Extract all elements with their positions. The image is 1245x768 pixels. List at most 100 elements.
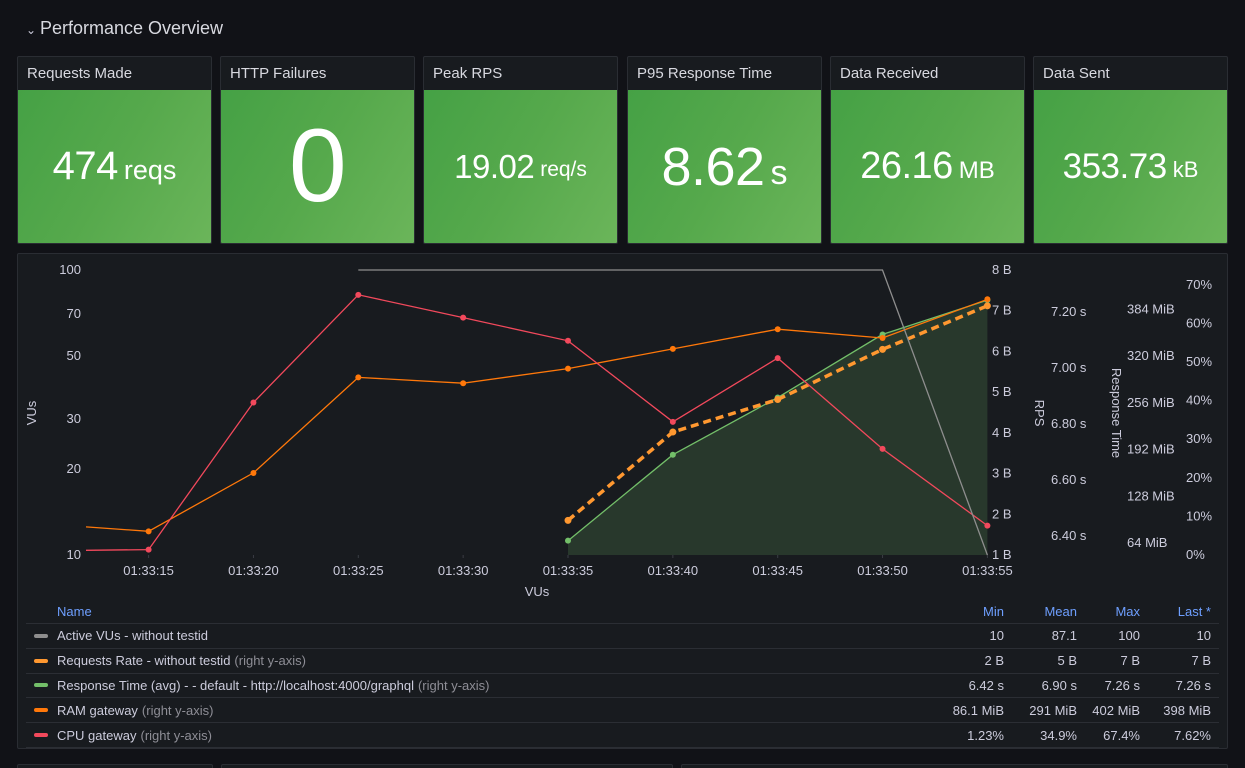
series-axis-hint: (right y-axis) [140, 727, 212, 743]
y-tick-vus: 70 [67, 306, 81, 321]
stat-last: 10 [1196, 628, 1211, 644]
legend-row[interactable]: Active VUs - without testid 10 87.1 100 10 [26, 624, 1219, 649]
data-point-cpu[interactable] [355, 291, 362, 298]
stat-min: 10 [989, 628, 1004, 644]
data-point-cpu[interactable] [460, 314, 467, 321]
data-point-ram[interactable] [774, 326, 781, 333]
series-axis-hint: (right y-axis) [417, 677, 490, 693]
y-tick-ram: 256 MiB [1127, 395, 1175, 410]
series-axis-hint: (right y-axis) [234, 653, 306, 669]
y-tick-vus: 20 [67, 461, 81, 476]
y-axis-label-response-time: Response Time [1109, 368, 1124, 458]
y-tick-cpu: 0% [1186, 547, 1205, 562]
series-color-swatch[interactable] [34, 683, 48, 688]
stat-last: 398 MiB [1163, 702, 1211, 718]
legend-series-name[interactable]: Requests Rate - without testid (right y-a… [26, 653, 914, 668]
y-tick-cpu: 60% [1186, 315, 1212, 330]
stat-last: 7.62% [1174, 727, 1211, 743]
y-tick-response-time: 6.40 s [1051, 528, 1087, 543]
data-point-cpu[interactable] [879, 445, 886, 452]
stat-last: 7.26 s [1175, 677, 1211, 693]
series-color-swatch[interactable] [34, 658, 48, 663]
y-tick-cpu: 50% [1186, 354, 1212, 369]
legend-table: Name Min Mean Max Last * Active VUs - wi… [26, 600, 1219, 748]
data-point-cpu[interactable] [669, 418, 676, 425]
legend-header-max[interactable]: Max [1077, 604, 1140, 619]
y-tick-rps: 7 B [992, 303, 1012, 318]
y-tick-ram: 384 MiB [1127, 302, 1175, 317]
next-panel-edge [681, 764, 1228, 768]
legend-row[interactable]: Requests Rate - without testid (right y-a… [26, 649, 1219, 674]
legend-header-last[interactable]: Last * [1140, 604, 1219, 619]
legend-series-name[interactable]: Active VUs - without testid [26, 628, 914, 643]
legend-row[interactable]: RAM gateway (right y-axis) 86.1 MiB 291 MiB… [26, 698, 1219, 724]
series-color-swatch[interactable] [34, 708, 48, 713]
legend-series-name[interactable]: Response Time (avg) - - default - http:/… [26, 678, 914, 693]
stat-mean: 5 B [1057, 653, 1077, 669]
legend-row[interactable]: Response Time (avg) - - default - http:/… [26, 674, 1219, 699]
y-tick-cpu: 10% [1186, 508, 1212, 523]
x-tick-label: 01:33:35 [543, 563, 594, 578]
stat-max: 7 B [1120, 653, 1140, 669]
data-point-ram[interactable] [879, 334, 886, 341]
legend-header-mean[interactable]: Mean [1004, 604, 1077, 619]
series-name: CPU gateway [57, 727, 137, 743]
y-tick-ram: 64 MiB [1127, 535, 1167, 550]
data-point-rps[interactable] [669, 428, 677, 436]
x-tick-label: 01:33:55 [962, 563, 1013, 578]
data-point-ram[interactable] [565, 365, 571, 372]
y-tick-cpu: 20% [1186, 470, 1212, 485]
data-point-ram[interactable] [984, 296, 991, 303]
x-tick-label: 01:33:20 [228, 563, 279, 578]
y-tick-rps: 3 B [992, 466, 1012, 481]
x-tick-label: 01:33:30 [438, 563, 489, 578]
y-tick-response-time: 6.80 s [1051, 416, 1087, 431]
data-point-ram[interactable] [250, 469, 257, 476]
legend-header-row: Name Min Mean Max Last * [26, 600, 1219, 624]
y-tick-vus: 10 [67, 547, 81, 562]
y-tick-response-time: 7.20 s [1051, 304, 1087, 319]
data-point-rps[interactable] [879, 345, 887, 353]
data-point-cpu[interactable] [984, 522, 991, 529]
legend-series-name[interactable]: RAM gateway (right y-axis) [26, 703, 914, 718]
data-point-rps[interactable] [983, 302, 991, 310]
x-tick-label: 01:33:45 [752, 563, 803, 578]
stat-min: 1.23% [967, 727, 1004, 743]
data-point-rps[interactable] [774, 395, 782, 403]
data-point-cpu[interactable] [774, 355, 781, 362]
data-point-resp[interactable] [669, 451, 676, 458]
data-point-ram[interactable] [355, 374, 362, 381]
stat-max: 402 MiB [1092, 702, 1140, 718]
data-point-ram[interactable] [145, 528, 152, 535]
y-tick-response-time: 7.00 s [1051, 360, 1087, 375]
next-panel-edge [221, 764, 673, 768]
series-color-swatch[interactable] [34, 633, 48, 638]
legend-header-name[interactable]: Name [26, 604, 914, 619]
y-tick-ram: 128 MiB [1127, 488, 1175, 503]
series-area-response-time [568, 300, 988, 555]
y-tick-rps: 1 B [992, 547, 1012, 562]
x-axis-label: VUs [525, 584, 550, 599]
series-name: Response Time (avg) - - default - http:/… [57, 677, 414, 693]
legend-row[interactable]: CPU gateway (right y-axis) 1.23% 34.9% 67.4%… [26, 723, 1219, 748]
series-name: Active VUs - without testid [57, 628, 208, 644]
data-point-cpu[interactable] [565, 337, 571, 344]
y-tick-rps: 6 B [992, 343, 1012, 358]
data-point-cpu[interactable] [145, 546, 152, 553]
x-tick-label: 01:33:15 [123, 563, 174, 578]
y-tick-rps: 8 B [992, 262, 1012, 277]
legend-series-name[interactable]: CPU gateway (right y-axis) [26, 728, 914, 743]
data-point-ram[interactable] [669, 345, 676, 352]
data-point-ram[interactable] [460, 380, 467, 387]
y-tick-rps: 2 B [992, 506, 1012, 521]
series-name: Requests Rate - without testid [57, 653, 231, 669]
stat-mean: 34.9% [1040, 727, 1077, 743]
series-color-swatch[interactable] [34, 733, 48, 738]
data-point-resp[interactable] [565, 537, 571, 544]
legend-header-min[interactable]: Min [914, 604, 1004, 619]
data-point-rps[interactable] [564, 516, 572, 524]
stat-min: 6.42 s [968, 677, 1004, 693]
data-point-cpu[interactable] [250, 399, 257, 406]
y-tick-vus: 100 [59, 262, 81, 277]
timeseries-chart[interactable]: 10 20 30 50 70 100 VUs 01:33:15 01:33:20 01:33:25… [0, 0, 1245, 600]
